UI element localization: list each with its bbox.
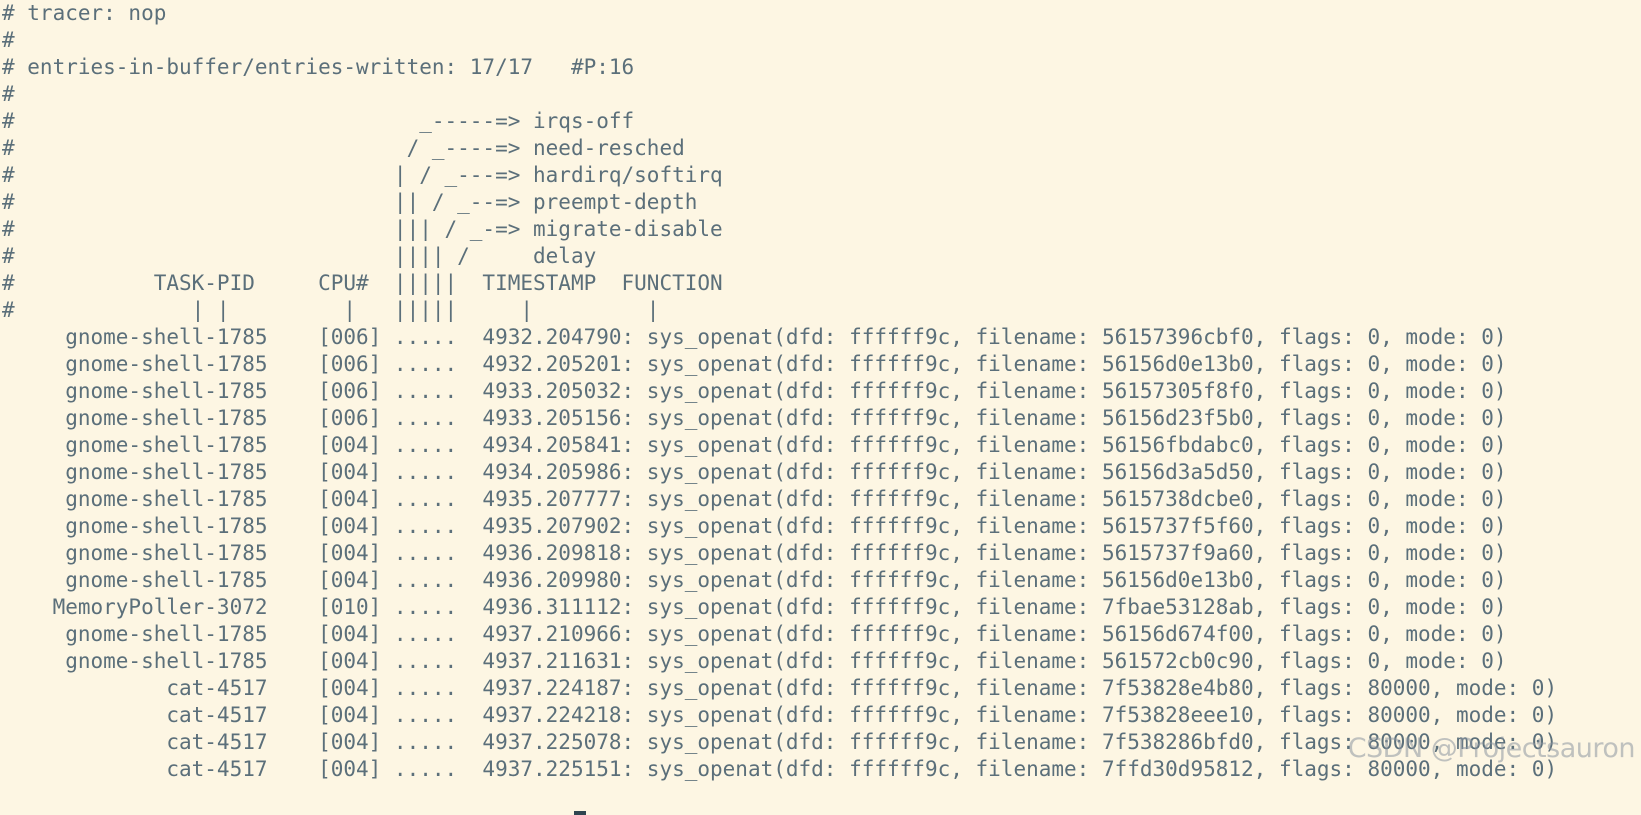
trace-entry-line: cat-4517 [004] ..... 4937.225078: sys_op… (2, 730, 1558, 754)
watermark-text: CSDN @Projectsauron (1347, 733, 1636, 764)
trace-entry-line: gnome-shell-1785 [004] ..... 4936.209818… (2, 541, 1507, 565)
trace-entry-line: gnome-shell-1785 [004] ..... 4934.205841… (2, 433, 1507, 457)
trace-header-line: # / _----=> need-resched (2, 136, 685, 160)
trace-header-line: # TASK-PID CPU# ||||| TIMESTAMP FUNCTION (2, 271, 723, 295)
trace-entry-line: gnome-shell-1785 [006] ..... 4933.205156… (2, 406, 1507, 430)
trace-entry-line: cat-4517 [004] ..... 4937.224218: sys_op… (2, 703, 1558, 727)
trace-header-line: # (2, 28, 15, 52)
terminal-window[interactable]: # tracer: nop # # entries-in-buffer/entrie… (0, 0, 1641, 815)
trace-entry-line: gnome-shell-1785 [006] ..... 4933.205032… (2, 379, 1507, 403)
trace-header-line: # (2, 82, 15, 106)
trace-entry-line: gnome-shell-1785 [004] ..... 4934.205986… (2, 460, 1507, 484)
trace-entry-line: cat-4517 [004] ..... 4937.224187: sys_op… (2, 676, 1558, 700)
text-cursor (574, 811, 586, 815)
trace-header-line: # _-----=> irqs-off (2, 109, 635, 133)
trace-entry-line: gnome-shell-1785 [004] ..... 4935.207902… (2, 514, 1507, 538)
trace-entry-line: gnome-shell-1785 [004] ..... 4937.211631… (2, 649, 1507, 673)
trace-header-line: # entries-in-buffer/entries-written: 17/… (2, 55, 635, 79)
trace-entry-line: gnome-shell-1785 [006] ..... 4932.205201… (2, 352, 1507, 376)
trace-entry-line: gnome-shell-1785 [004] ..... 4937.210966… (2, 622, 1507, 646)
trace-header-line: # ||| / _-=> migrate-disable (2, 217, 723, 241)
trace-header-line: # | / _---=> hardirq/softirq (2, 163, 723, 187)
trace-header-line: # | | | ||||| | | (2, 298, 660, 322)
trace-entry-line: gnome-shell-1785 [004] ..... 4935.207777… (2, 487, 1507, 511)
trace-entry-line: cat-4517 [004] ..... 4937.225151: sys_op… (2, 757, 1558, 781)
trace-header-line: # || / _--=> preempt-depth (2, 190, 698, 214)
trace-output[interactable]: # tracer: nop # # entries-in-buffer/entrie… (2, 0, 1557, 783)
trace-header-line: # tracer: nop (2, 1, 167, 25)
trace-entry-line: MemoryPoller-3072 [010] ..... 4936.31111… (2, 595, 1507, 619)
trace-entry-line: gnome-shell-1785 [004] ..... 4936.209980… (2, 568, 1507, 592)
trace-entry-line: gnome-shell-1785 [006] ..... 4932.204790… (2, 325, 1507, 349)
trace-header-line: # |||| / delay (2, 244, 597, 268)
